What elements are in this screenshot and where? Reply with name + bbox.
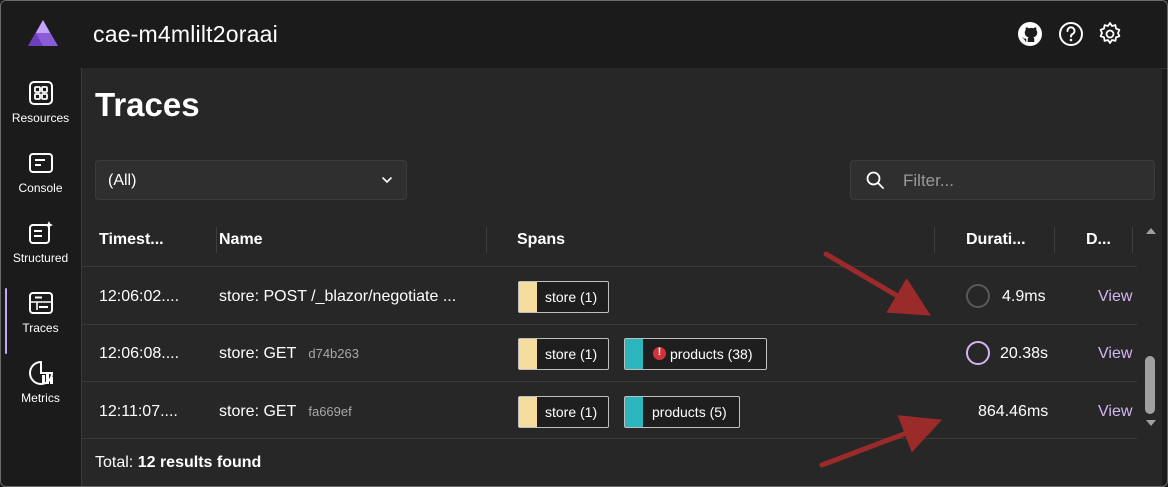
column-divider[interactable] — [1132, 227, 1133, 253]
column-divider[interactable] — [216, 227, 217, 253]
span-badge-label: store (1) — [545, 346, 598, 362]
sidebar-item-label: Structured — [12, 251, 69, 265]
row-divider — [82, 438, 1137, 439]
aspire-logo-icon[interactable] — [27, 19, 59, 47]
timestamp-cell: 12:06:08.... — [99, 345, 180, 362]
main-panel: Traces (All) Timest... Name Spans Durati… — [81, 68, 1162, 486]
trace-id: fa669ef — [308, 404, 352, 419]
sidebar-item-resources[interactable]: Resources — [1, 68, 80, 134]
table-scrollbar[interactable] — [1144, 223, 1158, 433]
column-divider[interactable] — [934, 227, 935, 253]
resource-select-value: (All) — [108, 172, 137, 189]
timestamp-cell: 12:06:02.... — [99, 288, 180, 305]
span-color-swatch — [519, 282, 537, 312]
column-header-details[interactable]: D... — [1086, 231, 1111, 249]
console-icon — [29, 153, 53, 173]
span-badge-label: store (1) — [545, 404, 598, 420]
table-header: Timest... Name Spans Durati... D... — [82, 219, 1137, 263]
duration-cell: 20.38s — [1000, 345, 1049, 362]
duration-progress-ring — [966, 284, 990, 308]
column-header-spans[interactable]: Spans — [517, 231, 565, 249]
filter-box[interactable] — [850, 160, 1155, 200]
trace-id: d74b263 — [308, 346, 359, 361]
span-badge-store[interactable]: store (1) — [518, 338, 609, 370]
column-divider[interactable] — [1054, 227, 1055, 253]
duration-cell: 4.9ms — [1002, 288, 1046, 305]
trace-name: store: GET — [219, 403, 297, 420]
column-divider[interactable] — [486, 227, 487, 253]
results-count: 12 results found — [137, 454, 262, 471]
column-header-timestamp[interactable]: Timest... — [99, 231, 164, 249]
error-icon — [653, 346, 666, 360]
chevron-down-icon — [382, 177, 392, 184]
table-row[interactable]: 12:06:02.... store: POST /_blazor/negoti… — [82, 268, 1137, 325]
view-link[interactable]: View — [1098, 288, 1132, 306]
results-summary: Total: 12 results found — [95, 454, 261, 472]
sidebar-nav: Resources Console Structured Traces Metr… — [1, 68, 80, 486]
sidebar-item-traces[interactable]: Traces — [1, 278, 80, 354]
sidebar-item-metrics[interactable]: Metrics — [1, 348, 80, 414]
github-icon[interactable] — [1017, 21, 1043, 47]
sidebar-item-structured[interactable]: Structured — [1, 208, 80, 274]
trace-name: store: GET — [219, 345, 297, 362]
name-cell: store: GET fa669ef — [219, 403, 352, 421]
traces-icon — [29, 292, 53, 314]
span-color-swatch — [519, 339, 537, 369]
resource-select[interactable]: (All) — [95, 160, 407, 200]
page-title: Traces — [95, 86, 200, 123]
span-badge-label: store (1) — [545, 289, 598, 305]
table-row[interactable]: 12:06:08.... store: GET d74b263 store (1)… — [82, 325, 1137, 382]
sidebar-item-console[interactable]: Console — [1, 138, 80, 204]
span-badge-products[interactable]: products (38) — [624, 338, 767, 370]
column-header-duration[interactable]: Durati... — [966, 231, 1026, 249]
sidebar-item-label: Traces — [22, 321, 59, 335]
column-header-name[interactable]: Name — [219, 231, 263, 249]
scroll-up-arrow-icon[interactable] — [1145, 226, 1157, 236]
duration-progress-ring — [966, 341, 990, 365]
resources-icon — [29, 81, 53, 105]
search-icon — [866, 171, 884, 189]
top-bar: cae-m4mlilt2oraai — [1, 1, 1167, 69]
metrics-icon — [29, 360, 54, 385]
span-color-swatch — [519, 397, 537, 427]
structured-icon — [29, 221, 53, 244]
span-badge-label: products (5) — [652, 404, 727, 420]
sidebar-item-label: Resources — [11, 111, 70, 125]
span-color-swatch — [625, 339, 643, 369]
duration-cell: 864.46ms — [978, 403, 1049, 420]
span-badge-store[interactable]: store (1) — [518, 396, 609, 428]
span-badge-store[interactable]: store (1) — [518, 281, 609, 313]
scroll-down-arrow-icon[interactable] — [1145, 418, 1157, 428]
settings-gear-icon[interactable] — [1097, 21, 1123, 47]
help-icon[interactable] — [1058, 21, 1084, 47]
name-cell: store: POST /_blazor/negotiate ... — [219, 288, 456, 306]
table-row[interactable]: 12:11:07.... store: GET fa669ef store (1)… — [82, 383, 1137, 440]
app-title: cae-m4mlilt2oraai — [93, 21, 278, 47]
span-badge-label: products (38) — [670, 346, 753, 362]
scrollbar-thumb[interactable] — [1145, 356, 1155, 414]
timestamp-cell: 12:11:07.... — [99, 403, 178, 420]
trace-name: store: POST /_blazor/negotiate ... — [219, 288, 457, 305]
view-link[interactable]: View — [1098, 403, 1132, 421]
sidebar-item-label: Metrics — [21, 391, 60, 405]
app-window: cae-m4mlilt2oraai Resources Console Stru… — [0, 0, 1168, 487]
row-divider — [82, 266, 1137, 267]
results-prefix: Total: — [95, 454, 134, 471]
view-link[interactable]: View — [1098, 345, 1132, 363]
name-cell: store: GET d74b263 — [219, 345, 359, 363]
filter-input[interactable] — [901, 167, 1145, 195]
span-badge-products[interactable]: products (5) — [624, 396, 740, 428]
sidebar-item-label: Console — [18, 181, 63, 195]
row-divider — [82, 381, 1137, 382]
span-color-swatch — [625, 397, 643, 427]
